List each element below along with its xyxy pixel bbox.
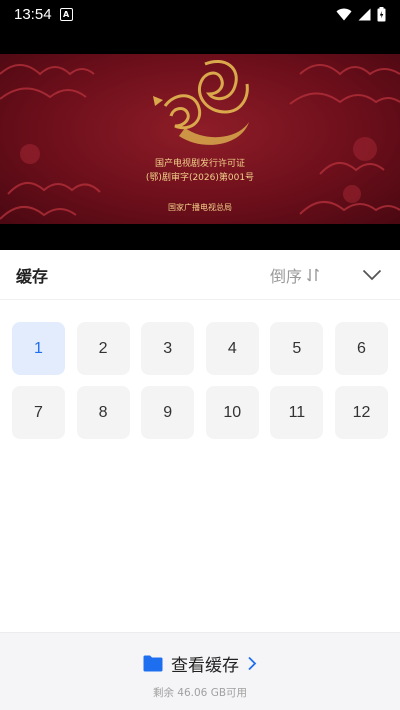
issuer-label: 国家广播电视总局 <box>168 203 232 212</box>
app-screen: 13:54 A 国产电视剧发行许可证 (鄂)剧审字(2026)第001号 国家广… <box>0 0 400 710</box>
sort-order-label: 倒序 <box>269 266 302 286</box>
episode-button-10[interactable]: 10 <box>205 386 259 439</box>
status-icons <box>336 6 386 22</box>
episode-header: 缓存 倒序 <box>0 250 400 300</box>
phoenix-emblem <box>153 60 249 145</box>
episode-button-1[interactable]: 1 <box>12 322 65 375</box>
episode-button-7[interactable]: 7 <box>12 386 65 439</box>
sort-order-button[interactable]: 倒序 <box>270 263 320 287</box>
sort-icon <box>307 268 319 281</box>
episode-grid: 1 2 3 4 5 6 7 8 9 10 11 12 <box>12 322 388 439</box>
episode-button-6[interactable]: 6 <box>334 322 388 375</box>
folder-icon <box>143 655 163 672</box>
cache-title: 缓存 <box>16 266 49 286</box>
bottom-bar: 查看缓存 剩余 46.06 GB可用 <box>0 632 400 710</box>
chevron-right-icon <box>248 656 257 671</box>
storage-available-text: 剩余 46.06 GB可用 <box>152 687 248 699</box>
video-player[interactable]: 国产电视剧发行许可证 (鄂)剧审字(2026)第001号 国家广播电视总局 <box>0 28 400 250</box>
status-time: 13:54 <box>14 5 52 23</box>
episode-button-4[interactable]: 4 <box>205 322 259 375</box>
episode-button-8[interactable]: 8 <box>76 386 130 439</box>
battery-icon <box>377 6 386 21</box>
view-cache-button[interactable]: 查看缓存 <box>0 651 400 676</box>
chevron-down-icon <box>362 269 382 280</box>
episode-button-9[interactable]: 9 <box>141 386 195 439</box>
episode-button-2[interactable]: 2 <box>76 322 130 375</box>
episode-button-11[interactable]: 11 <box>270 386 324 439</box>
signal-icon <box>358 8 371 20</box>
wifi-icon <box>336 8 352 20</box>
app-notification-icon: A <box>59 7 73 21</box>
episode-button-5[interactable]: 5 <box>270 322 324 375</box>
status-bar: 13:54 A <box>0 0 400 28</box>
collapse-button[interactable] <box>360 263 384 287</box>
episode-button-3[interactable]: 3 <box>141 322 195 375</box>
license-line1: 国产电视剧发行许可证 <box>154 159 245 169</box>
license-line2: (鄂)剧审字(2026)第001号 <box>145 173 255 183</box>
episode-button-12[interactable]: 12 <box>334 386 388 439</box>
view-cache-label: 查看缓存 <box>171 656 239 676</box>
video-frame[interactable]: 国产电视剧发行许可证 (鄂)剧审字(2026)第001号 国家广播电视总局 <box>0 54 400 224</box>
